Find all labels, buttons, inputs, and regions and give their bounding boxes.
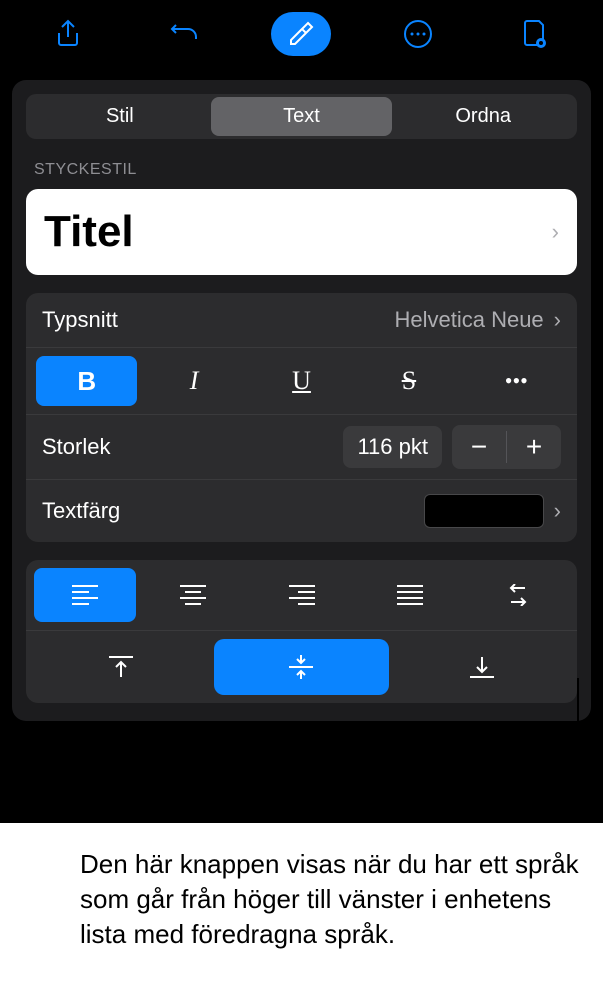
- text-color-label: Textfärg: [42, 498, 424, 524]
- format-panel: Stil Text Ordna STYCKESTIL Titel › Typsn…: [12, 80, 591, 721]
- valign-top-button[interactable]: [34, 639, 208, 695]
- format-tabs: Stil Text Ordna: [26, 94, 577, 139]
- size-stepper: − +: [452, 425, 561, 469]
- callout-caption: Den här knappen visas när du har ett spr…: [0, 823, 603, 952]
- text-direction-rtl-button[interactable]: [467, 568, 569, 622]
- align-center-button[interactable]: [142, 568, 244, 622]
- valign-middle-button[interactable]: [214, 639, 388, 695]
- top-toolbar: [0, 0, 603, 68]
- size-decrease-button[interactable]: −: [452, 425, 506, 469]
- text-color-swatch: [424, 494, 544, 528]
- font-row[interactable]: Typsnitt Helvetica Neue ›: [26, 293, 577, 348]
- strikethrough-button[interactable]: S: [358, 356, 459, 406]
- tab-style[interactable]: Stil: [29, 97, 211, 136]
- paragraph-style-label: STYCKESTIL: [34, 161, 577, 179]
- italic-button[interactable]: I: [143, 356, 244, 406]
- underline-button[interactable]: U: [251, 356, 352, 406]
- valign-bottom-button[interactable]: [395, 639, 569, 695]
- document-options-button[interactable]: [505, 12, 565, 56]
- chevron-right-icon: ›: [552, 219, 559, 245]
- callout-line: [577, 678, 579, 823]
- chevron-right-icon: ›: [554, 307, 561, 333]
- vertical-align-row: [26, 631, 577, 703]
- bold-button[interactable]: B: [36, 356, 137, 406]
- font-label: Typsnitt: [42, 307, 394, 333]
- size-label: Storlek: [42, 434, 333, 460]
- share-button[interactable]: [38, 12, 98, 56]
- text-format-row: B I U S •••: [26, 348, 577, 415]
- more-button[interactable]: [388, 12, 448, 56]
- chevron-right-icon: ›: [554, 498, 561, 524]
- size-increase-button[interactable]: +: [507, 425, 561, 469]
- size-row: Storlek 116 pkt − +: [26, 415, 577, 480]
- alignment-card: [26, 560, 577, 703]
- more-text-options-button[interactable]: •••: [466, 356, 567, 406]
- format-button[interactable]: [271, 12, 331, 56]
- paragraph-style-row[interactable]: Titel ›: [26, 189, 577, 275]
- font-card: Typsnitt Helvetica Neue › B I U S ••• St…: [26, 293, 577, 542]
- horizontal-align-row: [26, 560, 577, 631]
- align-right-button[interactable]: [250, 568, 352, 622]
- paragraph-style-value: Titel: [44, 207, 134, 257]
- tab-text[interactable]: Text: [211, 97, 393, 136]
- tab-arrange[interactable]: Ordna: [392, 97, 574, 136]
- align-left-button[interactable]: [34, 568, 136, 622]
- text-color-row[interactable]: Textfärg ›: [26, 480, 577, 542]
- size-field[interactable]: 116 pkt: [343, 426, 442, 468]
- font-value: Helvetica Neue: [394, 307, 543, 333]
- align-justify-button[interactable]: [359, 568, 461, 622]
- undo-button[interactable]: [155, 12, 215, 56]
